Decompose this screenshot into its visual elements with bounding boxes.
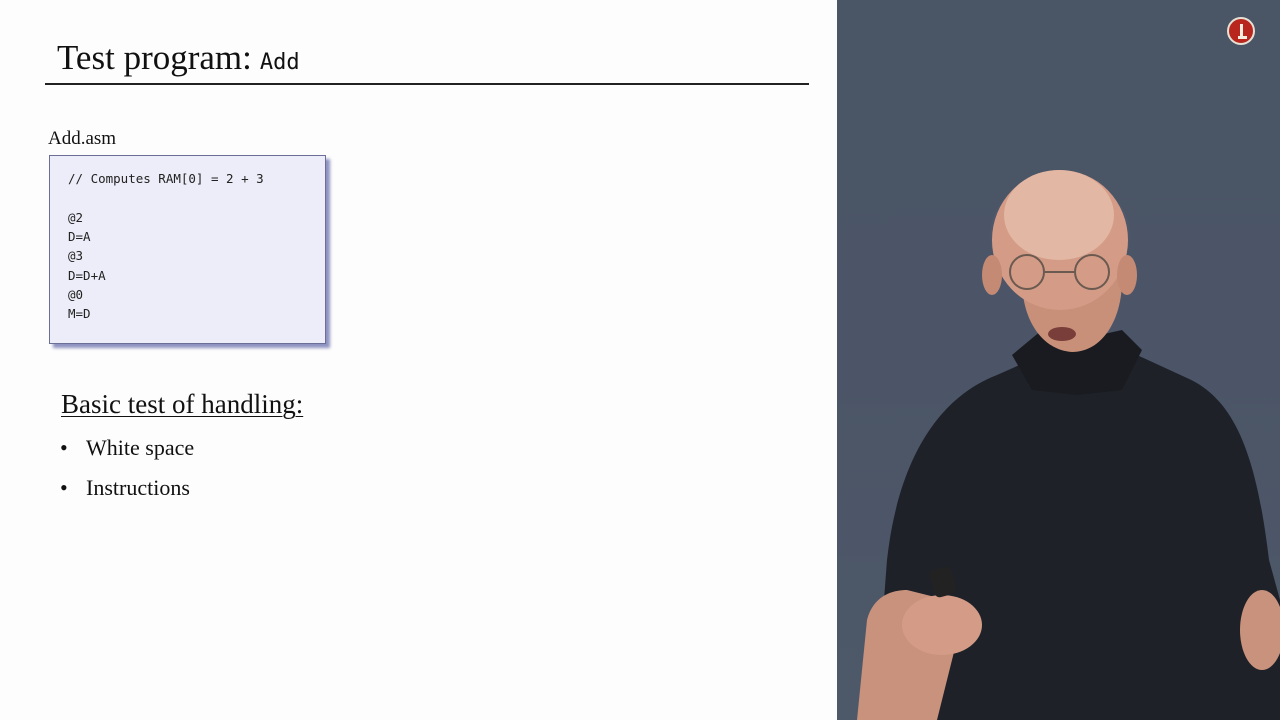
code-line: @0 [68, 287, 84, 302]
title-divider [45, 83, 809, 85]
bullet-text: Instructions [86, 475, 190, 500]
code-line: M=D [68, 306, 91, 321]
lecture-frame: Test program: Add Add.asm // Computes RA… [0, 0, 1280, 720]
slide-title-code: Add [259, 50, 300, 75]
slide-title: Test program: Add [57, 38, 300, 78]
bullet-item: • White space [60, 435, 194, 461]
code-line: @3 [68, 248, 84, 263]
slide-panel: Test program: Add Add.asm // Computes RA… [0, 0, 837, 720]
bullet-glyph: • [60, 475, 68, 500]
section-heading: Basic test of handling: [61, 389, 304, 419]
bullet-glyph: • [60, 435, 68, 460]
code-line: // Computes RAM[0] = 2 + 3 [68, 171, 264, 186]
code-line: D=D+A [68, 268, 106, 283]
presenter-video [837, 0, 1280, 720]
code-line: D=A [68, 229, 91, 244]
slide-title-text: Test program: [57, 38, 252, 77]
bullet-text: White space [86, 435, 195, 460]
presenter-figure [857, 170, 1280, 720]
file-name-label: Add.asm [48, 128, 117, 149]
code-listing: // Computes RAM[0] = 2 + 3 @2 D=A @3 D=D… [49, 155, 326, 344]
code-line: @2 [68, 210, 84, 225]
bullet-item: • Instructions [60, 475, 190, 501]
